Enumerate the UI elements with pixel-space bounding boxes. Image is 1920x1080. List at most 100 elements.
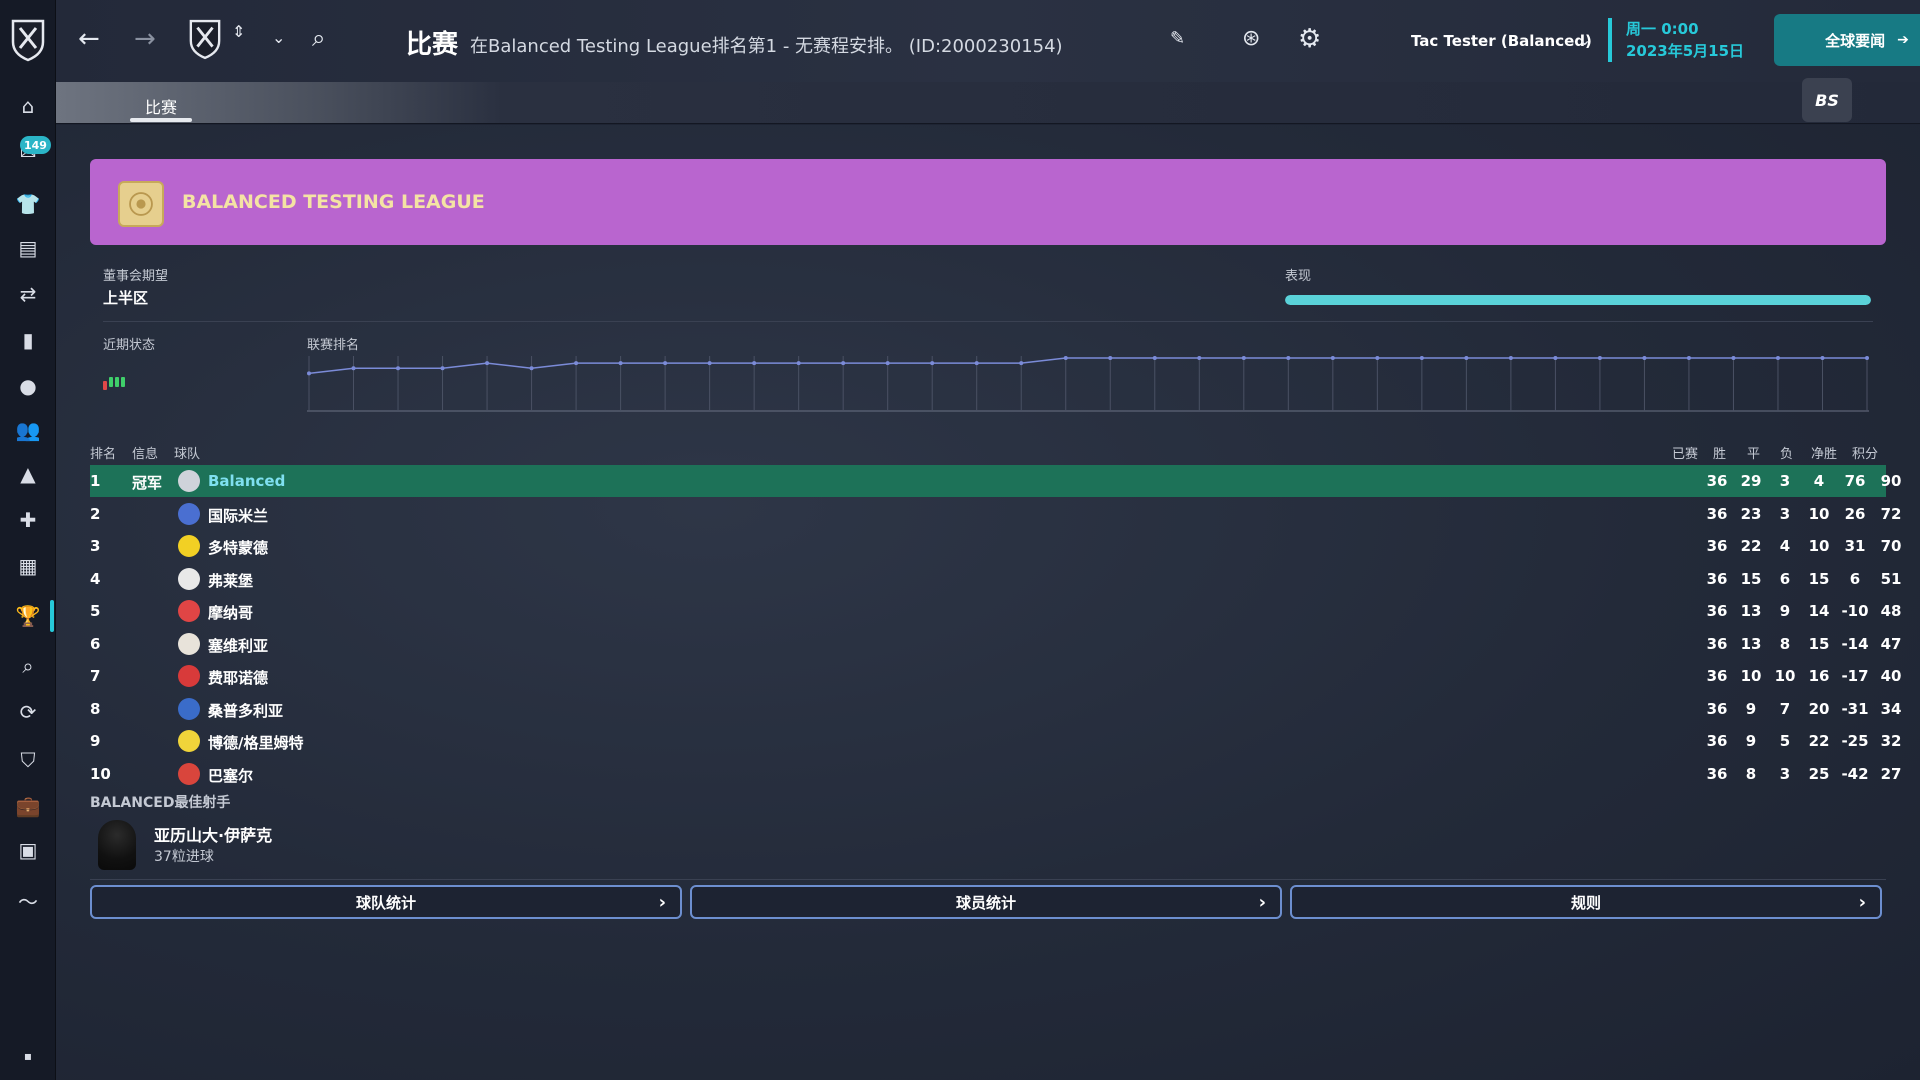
team-name-cell[interactable]: 桑普多利亚 (208, 700, 283, 721)
goal-difference-cell: 31 (1844, 537, 1866, 555)
position-point (1063, 356, 1068, 360)
position-point (1330, 356, 1335, 360)
drawn-cell: 3 (1779, 764, 1791, 783)
trophy-icon[interactable]: 🏆 (0, 596, 56, 636)
performance-label: 表现 (1285, 269, 1312, 284)
position-point (1286, 356, 1291, 360)
player-stats-button[interactable]: 球员统计 › (690, 885, 1282, 919)
points-cell: 51 (1880, 569, 1902, 588)
help-icon[interactable]: ⊛ (1242, 28, 1260, 50)
bs-badge[interactable]: BS (1802, 78, 1852, 122)
cycle-team-icon[interactable]: ⇕ (232, 24, 245, 40)
drawn-cell: 6 (1779, 569, 1791, 588)
staff-icon[interactable]: 👥 (0, 410, 56, 450)
team-name-cell[interactable]: 多特蒙德 (208, 537, 268, 558)
home-icon[interactable]: ⌂ (0, 86, 56, 126)
continue-button[interactable]: 全球要闻 ➔ 4 (1774, 14, 1920, 66)
team-stats-button[interactable]: 球队统计 › (90, 885, 682, 919)
position-point (307, 371, 311, 376)
arrow-right-icon: ➔ (1897, 32, 1909, 48)
table-row[interactable]: 4 弗莱堡 36 15 6 15 6 51 (90, 563, 1901, 595)
divider (90, 879, 1886, 880)
team-crest-icon[interactable] (188, 18, 222, 60)
finances-icon[interactable]: 💼 (0, 786, 56, 826)
table-row[interactable]: 5 摩纳哥 36 13 9 14 -10 48 (90, 595, 1901, 627)
position-point (930, 361, 935, 366)
squad-icon[interactable]: 👕 (0, 184, 56, 224)
drawn-cell: 4 (1779, 537, 1791, 555)
table-row[interactable]: 10 巴塞尔 36 8 3 25 -42 27 (90, 758, 1901, 790)
position-point (1019, 361, 1024, 366)
edit-icon[interactable]: ✎ (1170, 30, 1185, 48)
team-name-cell[interactable]: 费耶诺德 (208, 667, 268, 688)
transfers-icon[interactable]: ⟳ (0, 692, 56, 732)
table-row[interactable]: 1 冠军 Balanced 36 29 3 4 76 90 (90, 465, 1901, 497)
calendar-icon[interactable]: ▦ (0, 546, 56, 586)
league-position-chart (307, 356, 1869, 412)
team-name-cell[interactable]: 巴塞尔 (208, 765, 253, 786)
league-position-label: 联赛排名 (307, 338, 360, 353)
drawn-cell: 8 (1779, 634, 1791, 653)
team-crest-icon (178, 567, 200, 590)
table-row[interactable]: 8 桑普多利亚 36 9 7 20 -31 34 (90, 693, 1901, 725)
training-icon[interactable]: ▲ (0, 454, 56, 494)
search-icon[interactable]: ⌕ (0, 646, 56, 686)
header-rank: 排名 (90, 447, 117, 462)
performance-bar (1285, 295, 1871, 305)
club-crest-icon[interactable] (10, 18, 46, 62)
search-icon[interactable]: ⌕ (312, 26, 325, 50)
header-gd: 净胜 (1811, 447, 1838, 462)
goal-difference-cell: 6 (1849, 569, 1861, 588)
team-name-cell[interactable]: Balanced (208, 472, 285, 490)
ball-icon[interactable]: ● (0, 366, 56, 406)
team-name-cell[interactable]: 博德/格里姆特 (208, 732, 303, 753)
page-subtitle: 在Balanced Testing League排名第1 - 无赛程安排。 (I… (470, 36, 1063, 57)
team-crest-icon (178, 470, 200, 492)
rank-cell: 1 (90, 472, 101, 490)
report-icon[interactable]: ▮ (0, 320, 56, 360)
rank-cell: 8 (90, 699, 101, 718)
top-scorer-goals: 37粒进球 (154, 849, 214, 865)
goal-difference-cell: -42 (1841, 764, 1869, 783)
top-scorer-name[interactable]: 亚历山大·伊萨克 (154, 822, 272, 846)
rules-button[interactable]: 规则 › (1290, 885, 1882, 919)
dev-centre-icon[interactable]: ▣ (0, 830, 56, 870)
lost-cell: 4 (1813, 472, 1825, 490)
team-name-cell[interactable]: 弗莱堡 (208, 570, 253, 591)
forward-arrow-icon[interactable]: → (134, 26, 156, 52)
played-cell: 36 (1706, 699, 1728, 718)
medical-icon[interactable]: ✚ (0, 500, 56, 540)
table-row[interactable]: 2 国际米兰 36 23 3 10 26 72 (90, 498, 1901, 530)
team-name-cell[interactable]: 塞维利亚 (208, 635, 268, 656)
won-cell: 13 (1740, 634, 1762, 653)
club-icon[interactable]: ⛉ (0, 740, 56, 780)
points-cell: 72 (1880, 504, 1902, 523)
user-chevron-icon[interactable]: ⌄ (1578, 32, 1591, 48)
lost-cell: 10 (1808, 537, 1830, 555)
position-point (1865, 356, 1869, 360)
dynamics-icon[interactable]: ⇄ (0, 274, 56, 314)
gear-icon[interactable]: ⚙ (1298, 26, 1321, 52)
tactics-icon[interactable]: ▤ (0, 228, 56, 268)
table-row[interactable]: 6 塞维利亚 36 13 8 15 -14 47 (90, 628, 1901, 660)
position-point (1108, 356, 1113, 360)
analytics-icon[interactable]: 〜 (0, 880, 56, 920)
drawn-cell: 7 (1779, 699, 1791, 718)
team-name-cell[interactable]: 摩纳哥 (208, 602, 253, 623)
back-arrow-icon[interactable]: ← (78, 26, 100, 52)
lost-cell: 10 (1808, 504, 1830, 523)
tab-match[interactable]: 比赛 (130, 90, 192, 122)
user-name[interactable]: Tac Tester (Balanced) (1411, 32, 1592, 50)
top-scorer-title: BALANCED最佳射手 (90, 795, 231, 811)
player-avatar[interactable] (98, 820, 136, 870)
team-crest-icon (178, 697, 200, 720)
won-cell: 29 (1740, 472, 1762, 490)
table-row[interactable]: 9 博德/格里姆特 36 9 5 22 -25 32 (90, 725, 1901, 757)
team-name-cell[interactable]: 国际米兰 (208, 505, 268, 526)
played-cell: 36 (1706, 667, 1728, 685)
table-row[interactable]: 3 多特蒙德 36 22 4 10 31 70 (90, 530, 1901, 562)
header-pts: 积分 (1852, 447, 1879, 462)
table-row[interactable]: 7 费耶诺德 36 10 10 16 -17 40 (90, 660, 1901, 692)
chevron-down-icon[interactable]: ⌄ (272, 30, 285, 46)
status-icon[interactable]: ▪ (0, 1036, 56, 1076)
